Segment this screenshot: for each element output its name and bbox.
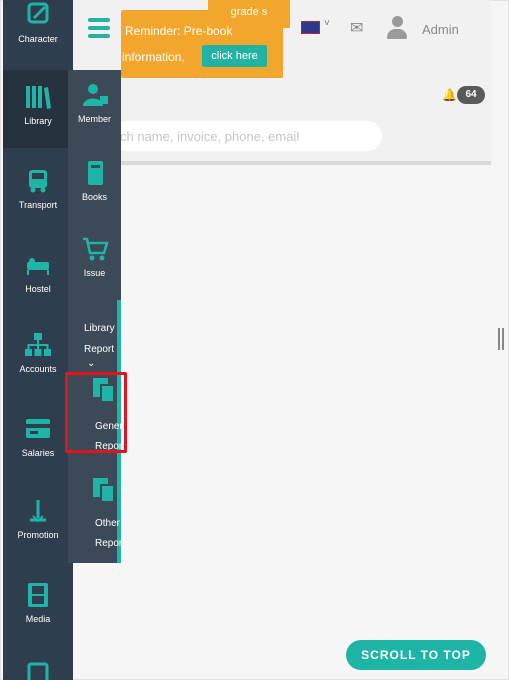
main-sidebar: Character Library Transport Hostel Accou… — [3, 0, 73, 680]
sidebar-item-library[interactable]: Library — [3, 70, 73, 148]
submenu-item-label: Issue — [83, 268, 106, 278]
bed-icon — [27, 258, 49, 275]
general-report-line-1: General — [95, 421, 122, 432]
notification-badge[interactable]: 64 — [457, 86, 485, 104]
film-icon — [28, 583, 48, 607]
sidebar-item-more[interactable] — [3, 658, 73, 680]
submenu-item-label: Books — [81, 192, 107, 202]
bus-icon — [29, 170, 47, 193]
sidebar-item-accounts[interactable]: Accounts — [3, 332, 73, 374]
pencil-icon — [27, 2, 49, 24]
banner-line-2: information, — [122, 50, 185, 64]
bell-icon[interactable]: 🔔 — [442, 88, 457, 102]
sitemap-icon — [25, 333, 51, 356]
submenu-item-label: Member — [77, 114, 111, 124]
library-report-line-2: Report — [84, 344, 115, 355]
click-here-button[interactable]: click here — [202, 45, 267, 67]
hamburger-menu-icon[interactable] — [88, 18, 110, 38]
user-avatar-icon[interactable] — [386, 16, 408, 40]
card-icon — [26, 419, 50, 438]
books-icon — [26, 86, 51, 109]
library-report-menu[interactable]: Library Report — [84, 318, 115, 360]
sidebar-item-media[interactable]: Media — [3, 582, 73, 624]
sidebar-item-transport[interactable]: Transport — [3, 168, 73, 210]
general-report-line-2: Report — [95, 441, 122, 452]
other-report-icon[interactable] — [93, 478, 117, 504]
mail-icon[interactable]: ✉ — [350, 18, 363, 38]
banner-line-1: Reminder: Pre-book — [125, 24, 233, 38]
sidebar-item-promotion[interactable]: Promotion — [3, 498, 73, 540]
library-report-line-1: Library — [84, 323, 115, 334]
sidebar-item-label: Character — [18, 34, 58, 44]
other-report-line-2: Report — [95, 538, 122, 549]
admin-label[interactable]: Admin — [422, 22, 459, 37]
sidebar-item-salaries[interactable]: Salaries — [3, 416, 73, 458]
sidebar-item-label: Media — [25, 614, 51, 624]
search-input[interactable] — [112, 121, 382, 151]
general-report-icon[interactable] — [93, 378, 117, 404]
sidebar-item-character[interactable]: Character — [3, 2, 73, 44]
scroll-to-top-button[interactable]: SCROLL TO TOP — [346, 640, 486, 670]
submenu-item-member[interactable]: Member — [68, 82, 121, 124]
sidebar-item-label: Transport — [18, 200, 58, 210]
language-caret-icon[interactable]: ˅ — [324, 18, 330, 29]
cart-icon — [82, 237, 109, 261]
chevron-down-icon[interactable]: ⌄ — [87, 358, 95, 369]
resize-handle[interactable] — [498, 328, 504, 350]
book-icon — [87, 161, 103, 185]
person-icon — [82, 84, 108, 106]
sidebar-item-label: Promotion — [17, 530, 59, 540]
sidebar-item-label: Salaries — [21, 448, 55, 458]
language-flag-icon[interactable] — [301, 21, 320, 34]
arrow-up-icon — [30, 500, 46, 523]
sidebar-item-label: Library — [24, 116, 52, 126]
other-report-link[interactable]: Other Report — [95, 514, 122, 554]
general-report-link[interactable]: General Report — [95, 417, 122, 457]
sidebar-item-hostel[interactable]: Hostel — [3, 252, 73, 294]
other-report-line-1: Other — [95, 518, 121, 529]
sidebar-item-label: Hostel — [25, 284, 51, 294]
sidebar-item-label: Accounts — [19, 364, 57, 374]
submenu-item-books[interactable]: Books — [68, 160, 121, 202]
folder-icon — [27, 662, 49, 680]
submenu-item-issue[interactable]: Issue — [68, 236, 121, 278]
